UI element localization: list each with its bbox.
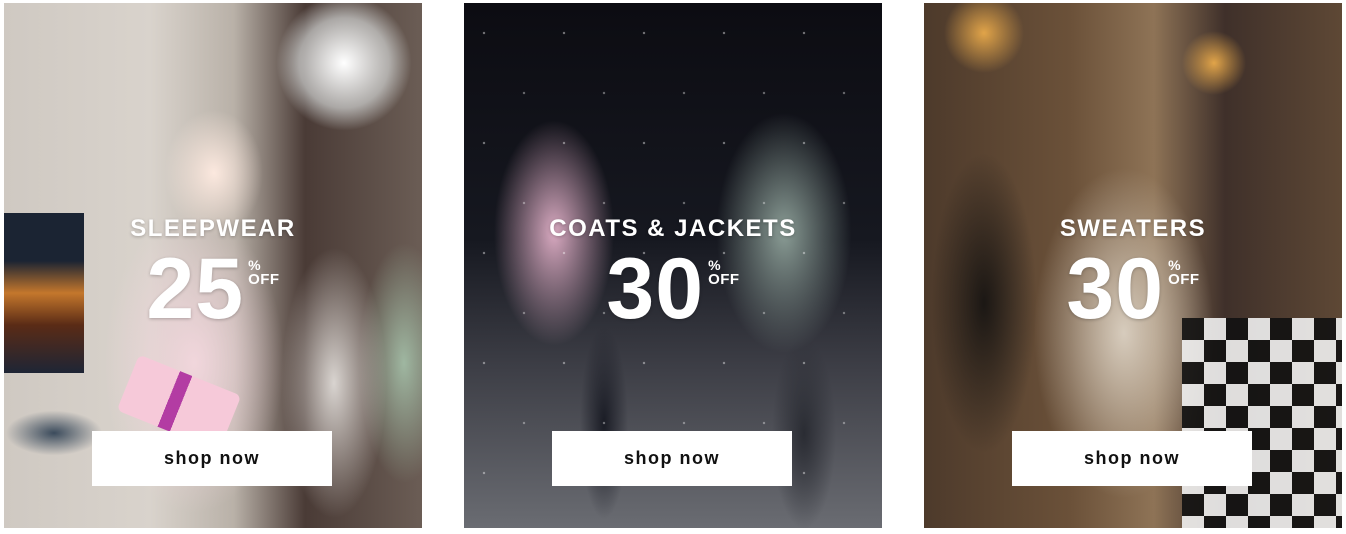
promo-card-sleepwear[interactable]: SLEEPWEAR 25 % OFF shop now <box>4 3 422 528</box>
off-label: OFF <box>248 271 280 288</box>
discount-value: 30 <box>1066 241 1165 337</box>
discount-badge: 25 % OFF <box>4 243 422 335</box>
promo-category-title: SWEATERS <box>1059 215 1207 242</box>
off-label: OFF <box>1168 271 1200 288</box>
percent-sign: % <box>1168 257 1181 273</box>
shop-now-button[interactable]: shop now <box>552 431 792 486</box>
percent-sign: % <box>248 257 261 273</box>
percent-sign: % <box>708 257 721 273</box>
discount-badge: 30 % OFF <box>464 243 882 335</box>
promo-card-coats-jackets[interactable]: COATS & JACKETS 30 % OFF shop now <box>464 3 882 528</box>
off-label: OFF <box>708 271 740 288</box>
discount-badge: 30 % OFF <box>924 243 1342 335</box>
shop-now-button[interactable]: shop now <box>1012 431 1252 486</box>
discount-value: 25 <box>146 241 245 337</box>
discount-value: 30 <box>606 241 705 337</box>
promo-card-sweaters[interactable]: SWEATERS 30 % OFF shop now <box>924 3 1342 528</box>
checkered-floor <box>1182 318 1342 528</box>
shop-now-button[interactable]: shop now <box>92 431 332 486</box>
promo-category-title: SLEEPWEAR <box>130 215 296 242</box>
promo-category-title: COATS & JACKETS <box>549 215 797 242</box>
